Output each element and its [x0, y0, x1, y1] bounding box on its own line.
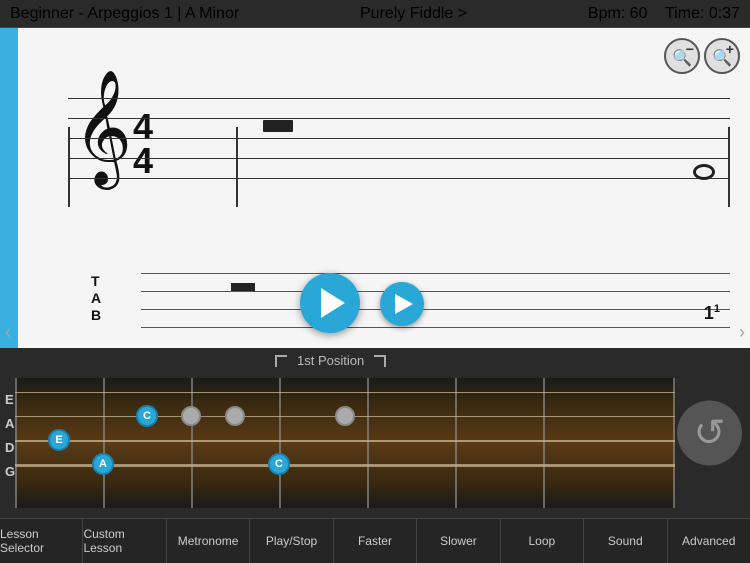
faster-button[interactable]: Faster — [334, 519, 417, 563]
string-label-g: G — [5, 464, 15, 479]
progress-bar — [0, 28, 18, 348]
play-button[interactable] — [300, 273, 360, 333]
finger-dot-c-a: C — [136, 405, 158, 427]
finger-dot-gray-3 — [335, 406, 355, 426]
half-rest — [263, 120, 293, 132]
finger-dot-a-g: A — [92, 453, 114, 475]
position-label-container: 1st Position — [275, 353, 386, 368]
finger-dot-gray-2 — [225, 406, 245, 426]
bpm-display: Bpm: 60 — [588, 5, 648, 22]
staff-lines — [68, 98, 730, 178]
replay-icon: ↺ — [694, 414, 726, 452]
sound-button[interactable]: Sound — [584, 519, 667, 563]
top-bar-title: Beginner - Arpeggios 1 | A Minor — [10, 5, 239, 23]
replay-button[interactable]: ↺ — [677, 401, 742, 466]
metronome-button[interactable]: Metronome — [167, 519, 250, 563]
top-bar: Beginner - Arpeggios 1 | A Minor Purely … — [0, 0, 750, 28]
next-button[interactable] — [380, 282, 424, 326]
lesson-selector-button[interactable]: Lesson Selector — [0, 519, 83, 563]
guitar-string-e — [15, 392, 675, 393]
play-stop-button[interactable]: Play/Stop — [250, 519, 333, 563]
string-label-d: D — [5, 440, 14, 455]
finger-dot-gray-1 — [181, 406, 201, 426]
tab-lines: 11 — [141, 273, 730, 329]
scroll-left-button[interactable]: ‹ — [5, 322, 11, 343]
guitar-string-d — [15, 440, 675, 442]
sheet-area: 🔍− 🔍+ 𝄞 4 4 — [0, 28, 750, 348]
advanced-button[interactable]: Advanced — [668, 519, 750, 563]
tab-rest — [231, 283, 255, 291]
loop-button[interactable]: Loop — [501, 519, 584, 563]
custom-lesson-button[interactable]: Custom Lesson — [83, 519, 166, 563]
time-display: Time: 0:37 — [665, 5, 740, 22]
staff-container: 𝄞 4 4 TAB — [18, 68, 750, 248]
fretboard-area: 1st Position E A D G C E A C — [0, 348, 750, 518]
top-bar-right: Bpm: 60 Time: 0:37 — [588, 5, 740, 23]
slower-button[interactable]: Slower — [417, 519, 500, 563]
guitar-string-g — [15, 464, 675, 467]
top-bar-center: Purely Fiddle > — [360, 5, 467, 23]
fretboard: C E A C — [15, 378, 675, 508]
string-label-a: A — [5, 416, 14, 431]
scroll-right-button[interactable]: › — [739, 322, 745, 343]
tab-label: TAB — [91, 273, 101, 323]
whole-note — [693, 164, 715, 180]
position-label: 1st Position — [287, 353, 374, 368]
bottom-toolbar: Lesson Selector Custom Lesson Metronome … — [0, 518, 750, 563]
position-bracket-right — [374, 355, 386, 367]
string-label-e: E — [5, 392, 14, 407]
finger-dot-c-g: C — [268, 453, 290, 475]
tab-number: 11 — [704, 303, 720, 324]
position-bracket-left — [275, 355, 287, 367]
finger-dot-e-d: E — [48, 429, 70, 451]
